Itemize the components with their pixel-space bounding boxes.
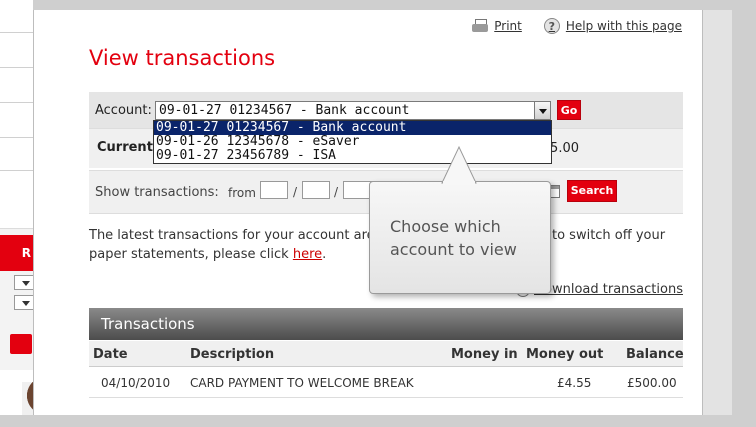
- info-text-part: .: [322, 247, 327, 262]
- row-date: 04/10/2010: [101, 376, 171, 390]
- sidebar-divider: [0, 137, 33, 138]
- date-separator: /: [334, 185, 339, 199]
- promo-go-button[interactable]: [10, 334, 32, 354]
- promo-select-1[interactable]: [14, 275, 34, 290]
- account-label: Account:: [95, 103, 152, 118]
- here-link[interactable]: here: [293, 247, 322, 262]
- table-row: 04/10/2010 CARD PAYMENT TO WELCOME BREAK…: [89, 368, 683, 398]
- column-date: Date: [93, 347, 128, 362]
- info-text-part: paper statements, please click: [89, 247, 289, 262]
- go-button[interactable]: Go: [557, 100, 581, 120]
- sidebar-divider: [0, 102, 33, 103]
- tooltip-pointer-shape: [441, 145, 477, 185]
- row-balance: £500.00: [627, 376, 677, 390]
- column-balance: Balance: [626, 347, 684, 362]
- date-separator: /: [293, 185, 298, 199]
- from-month-input[interactable]: [302, 181, 330, 199]
- promo-banner: R: [0, 235, 33, 271]
- info-text-part: ke to switch off your: [532, 228, 666, 243]
- from-label: from: [228, 186, 256, 200]
- print-label: Print: [494, 19, 522, 33]
- help-label: Help with this page: [565, 19, 682, 33]
- account-select[interactable]: 09-01-27 01234567 - Bank account: [155, 101, 551, 120]
- row-money-out: £4.55: [557, 376, 592, 390]
- search-button[interactable]: Search: [567, 180, 617, 202]
- account-dropdown-list: 09-01-27 01234567 - Bank account 09-01-2…: [153, 120, 552, 164]
- info-text-part: The latest transactions for your account…: [89, 228, 375, 243]
- tooltip-text: Choose which account to view: [390, 217, 517, 259]
- chevron-down-icon[interactable]: [534, 102, 550, 119]
- page-title: View transactions: [89, 46, 276, 70]
- current-balance-value: 5.00: [550, 141, 579, 156]
- transactions-header: Transactions: [89, 308, 683, 340]
- sidebar-divider: [0, 32, 33, 33]
- left-promo-panel: R: [0, 228, 34, 370]
- printer-icon: [472, 19, 489, 33]
- main-content: Print ? Help with this page View transac…: [33, 10, 702, 415]
- sidebar-divider: [0, 67, 33, 68]
- help-link[interactable]: ? Help with this page: [543, 18, 682, 34]
- right-scroll-area: [702, 10, 732, 415]
- utility-links: Print ? Help with this page: [472, 18, 682, 34]
- account-option[interactable]: 09-01-27 01234567 - Bank account: [154, 121, 551, 135]
- print-link[interactable]: Print: [472, 18, 522, 34]
- show-transactions-label: Show transactions:: [95, 185, 219, 200]
- column-money-in: Money in: [451, 347, 518, 362]
- account-selected-value: 09-01-27 01234567 - Bank account: [159, 103, 410, 118]
- row-description: CARD PAYMENT TO WELCOME BREAK: [190, 376, 414, 390]
- column-money-out: Money out: [526, 347, 604, 362]
- left-sidebar: R: [0, 0, 62, 427]
- promo-select-2[interactable]: [14, 295, 34, 310]
- from-day-input[interactable]: [260, 181, 288, 199]
- download-label: Download transactions: [534, 282, 683, 297]
- account-option[interactable]: 09-01-26 12345678 - eSaver: [154, 135, 551, 149]
- account-option[interactable]: 09-01-27 23456789 - ISA: [154, 149, 551, 163]
- column-description: Description: [190, 347, 275, 362]
- right-frame-edge: [732, 0, 756, 427]
- sidebar-divider: [0, 170, 33, 171]
- help-icon: ?: [543, 18, 560, 34]
- help-tooltip: Choose which account to view: [369, 181, 551, 294]
- transactions-column-headers: Date Description Money in Money out Bala…: [89, 341, 684, 367]
- bottom-frame-edge: [0, 415, 756, 427]
